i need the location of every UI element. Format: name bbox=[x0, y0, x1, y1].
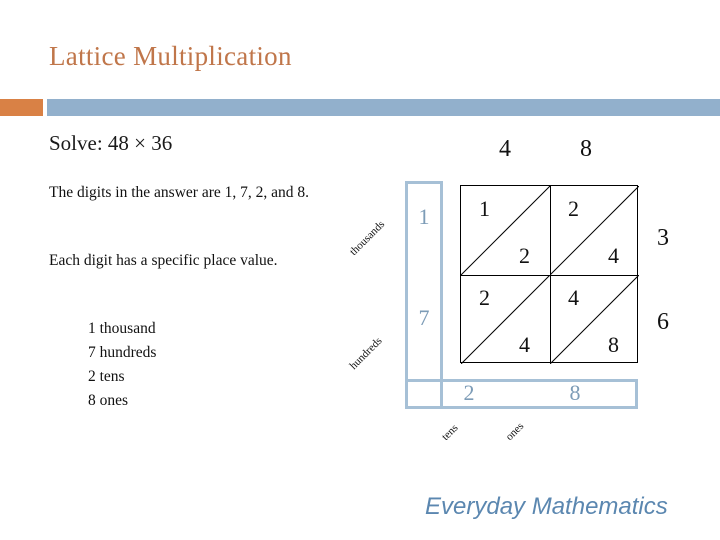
cell-lower-digit: 8 bbox=[608, 332, 619, 357]
explanation-digits: The digits in the answer are 1, 7, 2, an… bbox=[49, 184, 309, 201]
answer-digit-tens: 2 bbox=[463, 380, 475, 405]
lattice-cell: 1 2 bbox=[461, 186, 550, 275]
list-item: 1 thousand bbox=[88, 320, 156, 337]
answer-digit-thousands: 1 bbox=[418, 204, 430, 229]
lattice-side-digit-tens: 3 bbox=[657, 225, 669, 251]
answer-digit-ones: 8 bbox=[569, 380, 581, 405]
lattice-side-digit-ones: 6 bbox=[657, 309, 669, 335]
divider-accent-orange bbox=[0, 99, 43, 116]
diagonal-line-icon bbox=[550, 275, 639, 364]
lattice-cell: 2 4 bbox=[550, 186, 639, 275]
problem-statement: Solve: 48 × 36 bbox=[49, 131, 173, 155]
place-label-hundreds: hundreds bbox=[347, 334, 385, 372]
lattice-cell: 2 4 bbox=[461, 275, 550, 364]
cell-upper-digit: 2 bbox=[479, 285, 490, 310]
diagonal-line-icon bbox=[550, 186, 639, 275]
cell-lower-digit: 4 bbox=[608, 243, 619, 268]
footer-brand: Everyday Mathematics bbox=[425, 493, 668, 520]
lattice-cell: 4 8 bbox=[550, 275, 639, 364]
list-item: 8 ones bbox=[88, 392, 129, 409]
diagonal-line-icon bbox=[461, 186, 550, 275]
cell-lower-digit: 4 bbox=[519, 332, 530, 357]
cell-upper-digit: 4 bbox=[568, 285, 579, 310]
cell-upper-digit: 2 bbox=[568, 196, 579, 221]
place-value-list: 1 thousand 7 hundreds 2 tens 8 ones bbox=[88, 317, 156, 413]
list-item: 7 hundreds bbox=[88, 344, 157, 361]
lattice-diagram: 4 8 3 6 1 7 2 8 thousands hundreds tens … bbox=[340, 128, 720, 458]
title-divider bbox=[0, 99, 720, 116]
lattice-top-digit-ones: 8 bbox=[580, 136, 592, 162]
divider-bar-blue bbox=[47, 99, 720, 116]
answer-digit-hundreds: 7 bbox=[418, 305, 430, 330]
cell-lower-digit: 2 bbox=[519, 243, 530, 268]
place-label-tens: tens bbox=[439, 421, 461, 443]
place-label-thousands: thousands bbox=[347, 218, 388, 258]
page-title: Lattice Multiplication bbox=[49, 41, 292, 71]
explanation-place-value: Each digit has a specific place value. bbox=[49, 252, 278, 269]
list-item: 2 tens bbox=[88, 368, 125, 385]
lattice-top-digit-tens: 4 bbox=[499, 136, 511, 162]
place-label-ones: ones bbox=[503, 420, 527, 443]
lattice-grid: 1 2 2 4 2 4 4 8 bbox=[460, 185, 639, 364]
answer-highlight-horizontal bbox=[405, 379, 638, 409]
cell-upper-digit: 1 bbox=[479, 196, 490, 221]
diagonal-line-icon bbox=[461, 275, 550, 364]
